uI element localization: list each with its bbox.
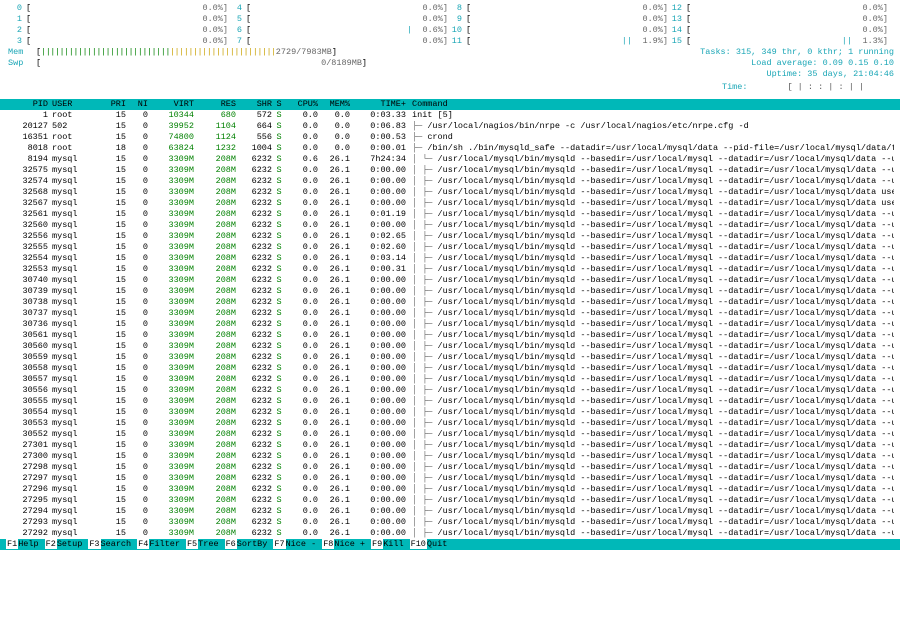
process-row[interactable]: 27298mysql1503309M208M6232S0.026.10:00.0… [6, 462, 894, 473]
fn-F2[interactable]: F2Setup [45, 539, 89, 550]
process-row[interactable]: 27297mysql1503309M208M6232S0.026.10:00.0… [6, 473, 894, 484]
process-row[interactable]: 30561mysql1503309M208M6232S0.026.10:00.0… [6, 330, 894, 341]
process-row[interactable]: 30740mysql1503309M208M6232S0.026.10:00.0… [6, 275, 894, 286]
process-row[interactable]: 30560mysql1503309M208M6232S0.026.10:00.0… [6, 341, 894, 352]
process-row[interactable]: 8194mysql1503309M208M6232S0.626.17h24:34… [6, 154, 894, 165]
fn-F5[interactable]: F5Tree [186, 539, 225, 550]
process-row[interactable]: 30739mysql1503309M208M6232S0.026.10:00.0… [6, 286, 894, 297]
cpu-meter-14: 14[0.0%] [668, 25, 888, 36]
process-row[interactable]: 27296mysql1503309M208M6232S0.026.10:00.0… [6, 484, 894, 495]
process-row[interactable]: 30554mysql1503309M208M6232S0.026.10:00.0… [6, 407, 894, 418]
process-row[interactable]: 30738mysql1503309M208M6232S0.026.10:00.0… [6, 297, 894, 308]
cpu-meter-15: 15[||1.3%] [668, 36, 888, 47]
process-row[interactable]: 27295mysql1503309M208M6232S0.026.10:00.0… [6, 495, 894, 506]
process-row[interactable]: 30556mysql1503309M208M6232S0.026.10:00.0… [6, 385, 894, 396]
cpu-meter-4: 4[0.0%] [228, 3, 448, 14]
process-row[interactable]: 1root15010344680572S0.00.00:03.33init [5… [6, 110, 894, 121]
process-row[interactable]: 27293mysql1503309M208M6232S0.026.10:00.0… [6, 517, 894, 528]
process-row[interactable]: 27292mysql1503309M208M6232S0.026.10:00.0… [6, 528, 894, 539]
cpu-meter-3: 3[0.0%] [8, 36, 228, 47]
process-row[interactable]: 32567mysql1503309M208M6232S0.026.10:00.0… [6, 198, 894, 209]
uptime-line: Uptime: 35 days, 21:04:46 [766, 69, 894, 80]
process-row[interactable]: 30555mysql1503309M208M6232S0.026.10:00.0… [6, 396, 894, 407]
hdr-cmd[interactable]: Command [406, 99, 894, 110]
hdr-user[interactable]: USER [48, 99, 100, 110]
process-row[interactable]: 32553mysql1503309M208M6232S0.026.10:00.3… [6, 264, 894, 275]
fn-F9[interactable]: F9Kill [371, 539, 410, 550]
process-list[interactable]: 1root15010344680572S0.00.00:03.33init [5… [0, 110, 900, 539]
cpu-meter-9: 9[0.0%] [448, 14, 668, 25]
mem-meter: Mem [ ||||||||||||||||||||||||||||||||||… [8, 47, 894, 58]
process-row[interactable]: 27294mysql1503309M208M6232S0.026.10:00.0… [6, 506, 894, 517]
cpu-meter-13: 13[0.0%] [668, 14, 888, 25]
load-line: Load average: 0.09 0.15 0.10 [751, 58, 894, 69]
fn-F8[interactable]: F8Nice + [322, 539, 371, 550]
process-row[interactable]: 30559mysql1503309M208M6232S0.026.10:00.0… [6, 352, 894, 363]
fn-F1[interactable]: F1Help [6, 539, 45, 550]
hdr-time[interactable]: TIME+ [350, 99, 406, 110]
cpu-meter-6: 6[|0.6%] [228, 25, 448, 36]
hdr-s[interactable]: S [272, 99, 286, 110]
process-row[interactable]: 30553mysql1503309M208M6232S0.026.10:00.0… [6, 418, 894, 429]
cpu-meter-2: 2[0.0%] [8, 25, 228, 36]
tasks-line: Tasks: 315, 349 thr, 0 kthr; 1 running [700, 47, 894, 58]
cpu-meter-5: 5[0.0%] [228, 14, 448, 25]
process-row[interactable]: 32555mysql1503309M208M6232S0.026.10:02.6… [6, 242, 894, 253]
fn-F7[interactable]: F7Nice - [273, 539, 322, 550]
cpu-meter-12: 12[0.0%] [668, 3, 888, 14]
hdr-pid[interactable]: PID [6, 99, 48, 110]
cpu-meter-10: 10[0.0%] [448, 25, 668, 36]
process-row[interactable]: 32554mysql1503309M208M6232S0.026.10:03.1… [6, 253, 894, 264]
swp-meter: Swp [ 0/8189MB] Load average: 0.09 0.15 … [8, 58, 894, 69]
process-row[interactable]: 30558mysql1503309M208M6232S0.026.10:00.0… [6, 363, 894, 374]
hdr-res[interactable]: RES [194, 99, 236, 110]
process-row[interactable]: 8018root1806382412321004S0.00.00:00.01├─… [6, 143, 894, 154]
hdr-pri[interactable]: PRI [100, 99, 126, 110]
process-row[interactable]: 27301mysql1503309M208M6232S0.026.10:00.0… [6, 440, 894, 451]
process-row[interactable]: 30557mysql1503309M208M6232S0.026.10:00.0… [6, 374, 894, 385]
process-row[interactable]: 32556mysql1503309M208M6232S0.026.10:02.6… [6, 231, 894, 242]
function-bar[interactable]: F1HelpF2SetupF3SearchF4FilterF5TreeF6Sor… [0, 539, 900, 550]
cpu-meter-1: 1[0.0%] [8, 14, 228, 25]
process-row[interactable]: 30736mysql1503309M208M6232S0.026.10:00.0… [6, 319, 894, 330]
fn-F4[interactable]: F4Filter [137, 539, 186, 550]
hdr-ni[interactable]: NI [126, 99, 148, 110]
fn-F6[interactable]: F6SortBy [225, 539, 274, 550]
fn-F10[interactable]: F10Quit [410, 539, 454, 550]
cpu-meter-8: 8[0.0%] [448, 3, 668, 14]
process-row[interactable]: 20127502150399521104664S0.00.00:06.83├─ … [6, 121, 894, 132]
process-row[interactable]: 32575mysql1503309M208M6232S0.026.10:00.0… [6, 165, 894, 176]
process-row[interactable]: 30552mysql1503309M208M6232S0.026.10:00.0… [6, 429, 894, 440]
cpu-meter-11: 11[||1.9%] [448, 36, 668, 47]
time-meter: Time: [ | : : | : | | [8, 80, 894, 97]
process-row[interactable]: 30737mysql1503309M208M6232S0.026.10:00.0… [6, 308, 894, 319]
cpu-meter-7: 7[0.0%] [228, 36, 448, 47]
cpu-meter-0: 0[0.0%] [8, 3, 228, 14]
process-row[interactable]: 32560mysql1503309M208M6232S0.026.10:00.0… [6, 220, 894, 231]
hdr-cpu[interactable]: CPU% [286, 99, 318, 110]
hdr-virt[interactable]: VIRT [148, 99, 194, 110]
process-row[interactable]: 16351root150748001124556S0.00.00:00.53├─… [6, 132, 894, 143]
hdr-shr[interactable]: SHR [236, 99, 272, 110]
process-row[interactable]: 32561mysql1503309M208M6232S0.026.10:01.1… [6, 209, 894, 220]
process-row[interactable]: 32574mysql1503309M208M6232S0.026.10:00.0… [6, 176, 894, 187]
hdr-mem[interactable]: MEM% [318, 99, 350, 110]
column-headers[interactable]: PID USER PRI NI VIRT RES SHR S CPU% MEM%… [0, 99, 900, 110]
process-row[interactable]: 32568mysql1503309M208M6232S0.026.10:00.0… [6, 187, 894, 198]
header-meters: 0[0.0%]4[0.0%]8[0.0%]12[0.0%] 1[0.0%]5[0.… [0, 0, 900, 99]
process-row[interactable]: 27300mysql1503309M208M6232S0.026.10:00.0… [6, 451, 894, 462]
fn-F3[interactable]: F3Search [88, 539, 137, 550]
